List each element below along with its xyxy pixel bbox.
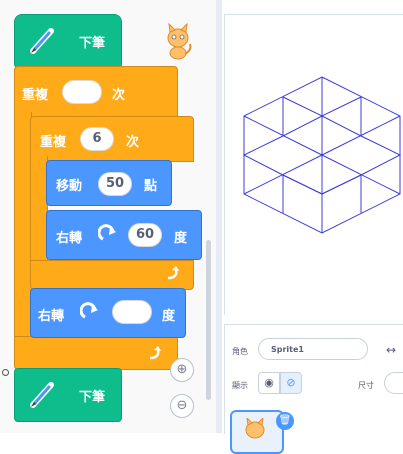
repeat-outer-label: 重複: [22, 88, 49, 103]
turn-outer-unit: 度: [162, 309, 176, 324]
loop-arrow-icon: [146, 344, 164, 362]
move-steps-input[interactable]: 50: [98, 172, 132, 196]
trash-icon: 🗑: [278, 415, 292, 426]
size-field[interactable]: [384, 372, 403, 394]
size-label: 尺寸: [358, 381, 374, 390]
turn-outer-label: 右轉: [38, 309, 65, 324]
rotate-right-icon: [97, 224, 118, 244]
turn-outer-degrees-input[interactable]: [112, 300, 152, 324]
position-arrows-icon: ↔: [386, 343, 397, 357]
turn-inner-degrees-input[interactable]: 60: [128, 223, 162, 247]
pen-down-block-bottom[interactable]: 下筆: [14, 368, 122, 422]
repeat-inner-unit: 次: [126, 135, 140, 150]
hexagon-drawing: [242, 76, 402, 234]
loop-arrow-icon: [164, 264, 182, 282]
eye-slash-icon: ⊘: [286, 376, 296, 389]
pen-down-label: 下筆: [79, 36, 106, 51]
zoom-out-icon: ⊖: [176, 398, 188, 413]
zoom-out-button[interactable]: ⊖: [170, 394, 194, 418]
repeat-outer-count-input[interactable]: [62, 80, 102, 104]
turn-inner-label: 右轉: [56, 231, 83, 246]
eye-icon: ◉: [264, 376, 274, 389]
zoom-in-icon: ⊕: [176, 362, 188, 377]
pen-down-block[interactable]: 下筆: [14, 14, 122, 68]
pen-icon: [23, 379, 63, 411]
panel-divider: [216, 0, 222, 433]
sprite-cat-icon: [245, 418, 265, 439]
dot-marker: [2, 369, 9, 376]
turn-inner-unit: 度: [174, 231, 188, 246]
show-visible-button[interactable]: ◉: [258, 372, 280, 394]
stage[interactable]: [224, 14, 403, 315]
script-scrollbar[interactable]: [206, 240, 211, 400]
sprite-name-field[interactable]: Sprite1: [258, 338, 368, 360]
pen-down-label-bottom: 下筆: [79, 390, 106, 405]
sprite-thumbnail-icon: [160, 22, 196, 62]
repeat-inner-count-input[interactable]: 6: [80, 127, 114, 151]
zoom-in-button[interactable]: ⊕: [170, 358, 194, 382]
sprite-label: 角色: [232, 347, 248, 356]
move-unit: 點: [144, 179, 158, 194]
delete-sprite-button[interactable]: 🗑: [276, 412, 294, 430]
rotate-right-icon: [79, 302, 100, 322]
pen-icon: [23, 25, 63, 57]
move-label: 移動: [56, 179, 83, 194]
repeat-inner-label: 重複: [40, 135, 67, 150]
show-label: 顯示: [232, 381, 248, 390]
show-hidden-button[interactable]: ⊘: [280, 372, 302, 394]
repeat-outer-unit: 次: [112, 88, 126, 103]
